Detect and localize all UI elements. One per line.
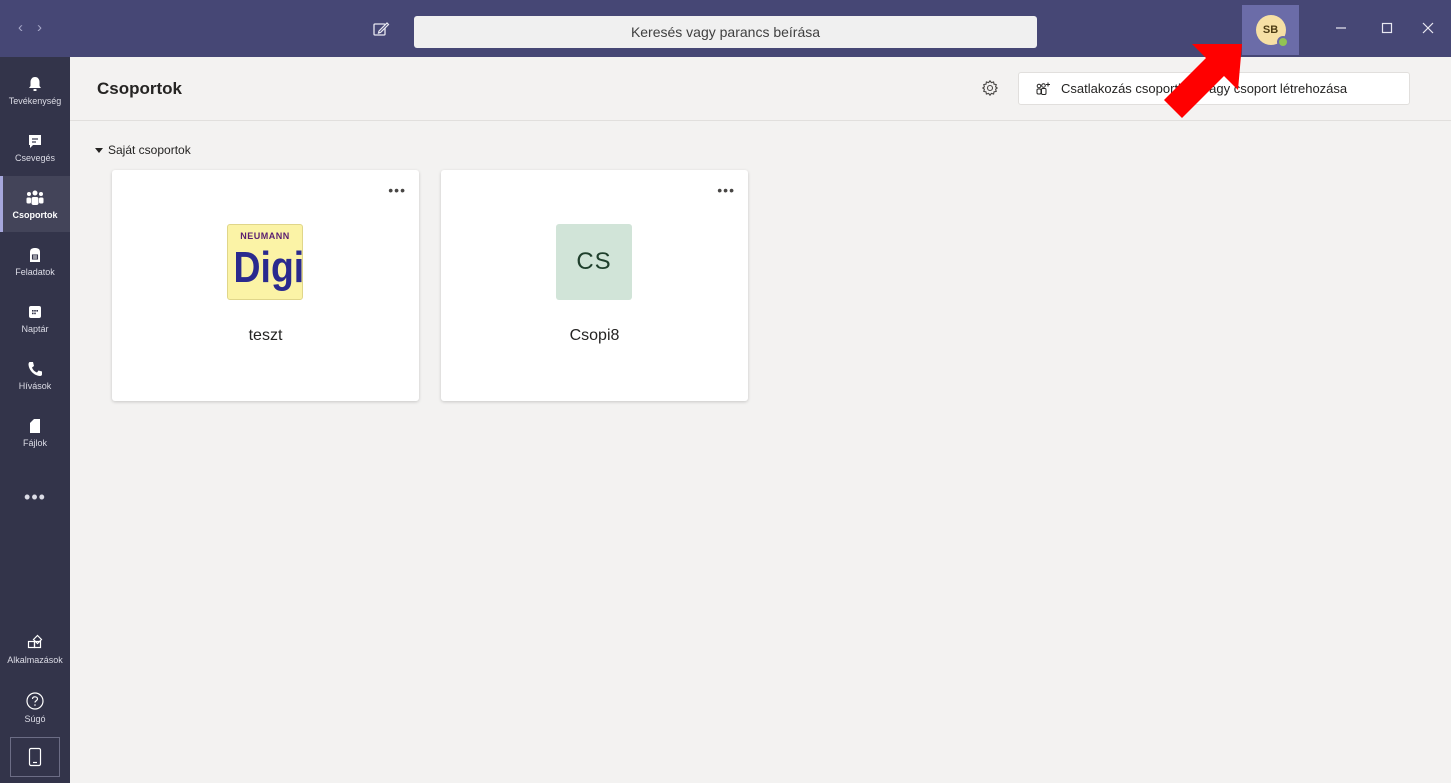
team-card[interactable]: ••• NEUMANN Digi teszt xyxy=(112,170,419,401)
rail-item-label: Tevékenység xyxy=(8,95,62,106)
rail-item-activity[interactable]: Tevékenység xyxy=(0,62,70,118)
team-card[interactable]: ••• CS Csopi8 xyxy=(441,170,748,401)
my-teams-section-toggle[interactable]: Saját csoportok xyxy=(95,143,191,157)
compose-icon[interactable] xyxy=(372,20,392,40)
rail-item-help[interactable]: Súgó xyxy=(0,679,70,735)
rail-item-chat[interactable]: Csevegés xyxy=(0,119,70,175)
close-icon[interactable] xyxy=(1414,16,1442,40)
rail-item-label: Csevegés xyxy=(14,152,56,163)
bell-icon xyxy=(29,76,41,91)
presence-available-icon xyxy=(1276,36,1289,48)
files-icon xyxy=(30,418,40,433)
team-name: teszt xyxy=(248,327,283,344)
team-logo-main-text: Digi xyxy=(233,243,303,292)
rail-item-calls[interactable]: Hívások xyxy=(0,347,70,403)
rail-item-label: Naptár xyxy=(21,323,49,334)
avatar-initials: SB xyxy=(1262,24,1279,36)
teams-icon xyxy=(26,190,44,205)
add-team-icon xyxy=(1036,82,1050,95)
rail-item-label: Fájlok xyxy=(22,437,47,448)
calendar-icon xyxy=(29,305,41,318)
gear-icon[interactable] xyxy=(981,79,1001,99)
team-logo: NEUMANN Digi xyxy=(227,224,303,300)
profile-button[interactable]: SB xyxy=(1242,5,1299,55)
page-title: Csoportok xyxy=(97,79,182,98)
team-name: Csopi8 xyxy=(569,327,620,344)
app-bar: Tevékenység Csevegés Csoportok Feladatok… xyxy=(0,57,70,783)
chat-icon xyxy=(29,134,41,148)
caret-down-icon xyxy=(95,147,103,153)
section-label: Saját csoportok xyxy=(108,143,191,157)
phone-icon xyxy=(28,361,42,376)
team-logo: CS xyxy=(556,224,632,300)
maximize-icon[interactable] xyxy=(1373,16,1401,40)
apps-icon xyxy=(27,634,43,648)
rail-item-label: Csoportok xyxy=(12,209,58,220)
avatar: SB xyxy=(1255,15,1289,48)
back-arrow-icon[interactable]: ‹ xyxy=(18,20,23,36)
rail-item-files[interactable]: Fájlok xyxy=(0,404,70,460)
rail-item-assignments[interactable]: Feladatok xyxy=(0,233,70,289)
search-placeholder: Keresés vagy parancs beírása xyxy=(630,24,821,40)
annotation-arrow-icon xyxy=(1164,44,1242,118)
rail-item-calendar[interactable]: Naptár xyxy=(0,290,70,346)
team-logo-top-text: NEUMANN xyxy=(240,231,290,241)
forward-arrow-icon[interactable]: › xyxy=(37,20,42,36)
more-apps-icon[interactable]: ••• xyxy=(0,487,70,509)
rail-item-teams[interactable]: Csoportok xyxy=(0,176,70,232)
more-options-icon[interactable]: ••• xyxy=(717,183,735,197)
rail-item-label: Feladatok xyxy=(15,266,55,277)
assignments-icon xyxy=(30,247,40,262)
rail-item-label: Súgó xyxy=(24,713,46,724)
team-initials: CS xyxy=(576,248,612,275)
history-nav: ‹ › xyxy=(18,20,42,36)
more-options-icon[interactable]: ••• xyxy=(388,183,406,197)
rail-item-apps[interactable]: Alkalmazások xyxy=(0,621,70,677)
rail-item-label: Hívások xyxy=(18,380,52,391)
help-icon xyxy=(26,691,44,710)
phone-device-icon xyxy=(28,747,42,767)
rail-item-label: Alkalmazások xyxy=(7,654,63,665)
search-input[interactable]: Keresés vagy parancs beírása xyxy=(414,16,1037,48)
mobile-app-button[interactable] xyxy=(10,737,60,777)
minimize-icon[interactable] xyxy=(1327,16,1355,40)
